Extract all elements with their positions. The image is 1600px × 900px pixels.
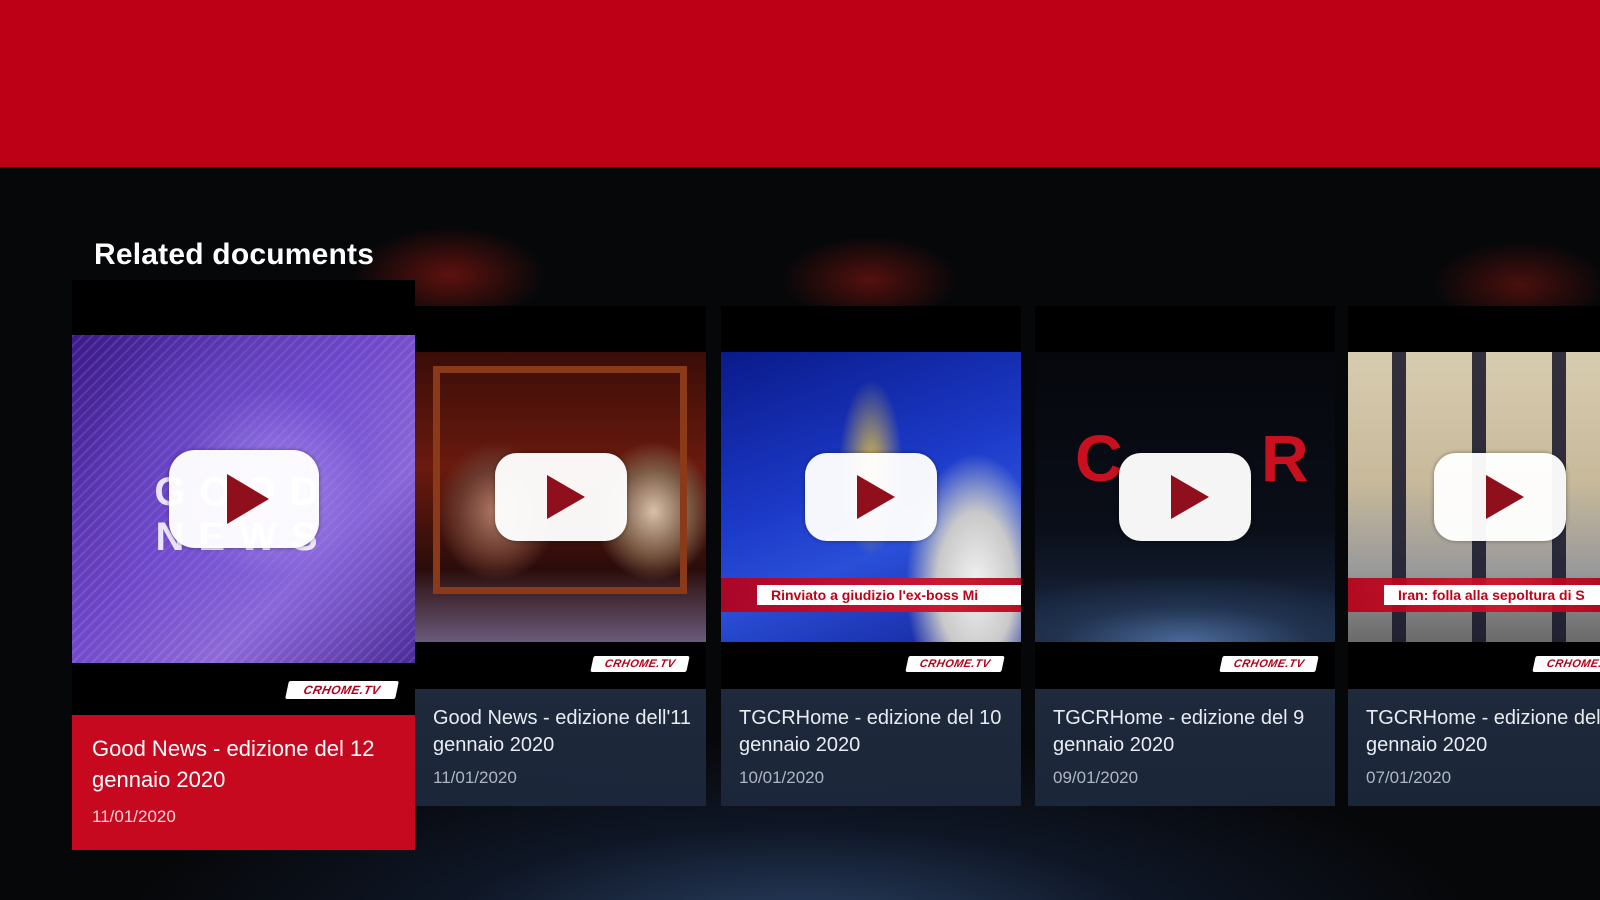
channel-logo: CRHOME.TV: [285, 681, 399, 699]
video-date: 11/01/2020: [433, 768, 517, 787]
video-thumbnail: C R H CRHOME.TV: [1035, 306, 1335, 689]
video-date: 07/01/2020: [1366, 768, 1452, 787]
video-title: Good News - edizione dell'11 gennaio 202…: [433, 707, 692, 756]
play-button-icon: [494, 453, 627, 541]
thumbnail-image: Iran: folla alla sepoltura di S: [1348, 352, 1600, 642]
channel-logo: CRHOME.TV: [905, 656, 1005, 672]
video-caption: Good News - edizione dell'11 gennaio 202…: [415, 689, 706, 806]
video-date: 10/01/2020: [739, 768, 825, 787]
tv-app-screen: Related documents GOOD NEWS CRHOME.TV Go…: [0, 0, 1600, 900]
video-thumbnail: Iran: folla alla sepoltura di S CRHOME.T…: [1348, 306, 1600, 689]
video-title: TGCRHome - edizione del 7 gennaio 2020: [1366, 707, 1600, 756]
video-card[interactable]: Iran: folla alla sepoltura di S CRHOME.T…: [1348, 306, 1600, 806]
news-ticker: Rinviato a giudizio l'ex-boss Mi: [757, 585, 1021, 605]
thumbnail-image: [415, 352, 706, 642]
video-title: Good News - edizione del 12 gennaio 2020: [92, 736, 375, 792]
play-button-icon: [1434, 453, 1566, 541]
video-caption: TGCRHome - edizione del 7 gennaio 2020 0…: [1348, 689, 1600, 806]
video-card-focused[interactable]: GOOD NEWS CRHOME.TV Good News - edizione…: [72, 280, 415, 850]
video-caption: TGCRHome - edizione del 10 gennaio 2020 …: [721, 689, 1021, 806]
channel-logo: CRHOME.TV: [1219, 656, 1319, 672]
video-thumbnail: CRHOME.TV: [415, 306, 706, 689]
news-ticker: Iran: folla alla sepoltura di S: [1384, 585, 1600, 605]
play-button-icon: [168, 450, 319, 548]
video-date: 11/01/2020: [92, 807, 176, 826]
video-title: TGCRHome - edizione del 10 gennaio 2020: [739, 707, 1002, 756]
play-button-icon: [1119, 453, 1251, 541]
video-card[interactable]: Rinviato a giudizio l'ex-boss Mi CRHOME.…: [721, 306, 1021, 806]
thumbnail-image: GOOD NEWS: [72, 335, 415, 663]
channel-logo: CRHOME.TV: [1532, 656, 1600, 672]
video-caption: Good News - edizione del 12 gennaio 2020…: [72, 715, 415, 850]
video-caption: TGCRHome - edizione del 9 gennaio 2020 0…: [1035, 689, 1335, 806]
video-date: 09/01/2020: [1053, 768, 1139, 787]
related-documents-row: GOOD NEWS CRHOME.TV Good News - edizione…: [0, 0, 1600, 900]
video-thumbnail: GOOD NEWS CRHOME.TV: [72, 280, 415, 715]
video-card[interactable]: CRHOME.TV Good News - edizione dell'11 g…: [415, 306, 706, 806]
play-button-icon: [805, 453, 937, 541]
video-card[interactable]: C R H CRHOME.TV TGCRHome - edizione del …: [1035, 306, 1335, 806]
thumbnail-image: Rinviato a giudizio l'ex-boss Mi: [721, 352, 1021, 642]
video-thumbnail: Rinviato a giudizio l'ex-boss Mi CRHOME.…: [721, 306, 1021, 689]
channel-logo: CRHOME.TV: [590, 656, 690, 672]
video-title: TGCRHome - edizione del 9 gennaio 2020: [1053, 707, 1305, 756]
thumbnail-image: C R H: [1035, 352, 1335, 642]
